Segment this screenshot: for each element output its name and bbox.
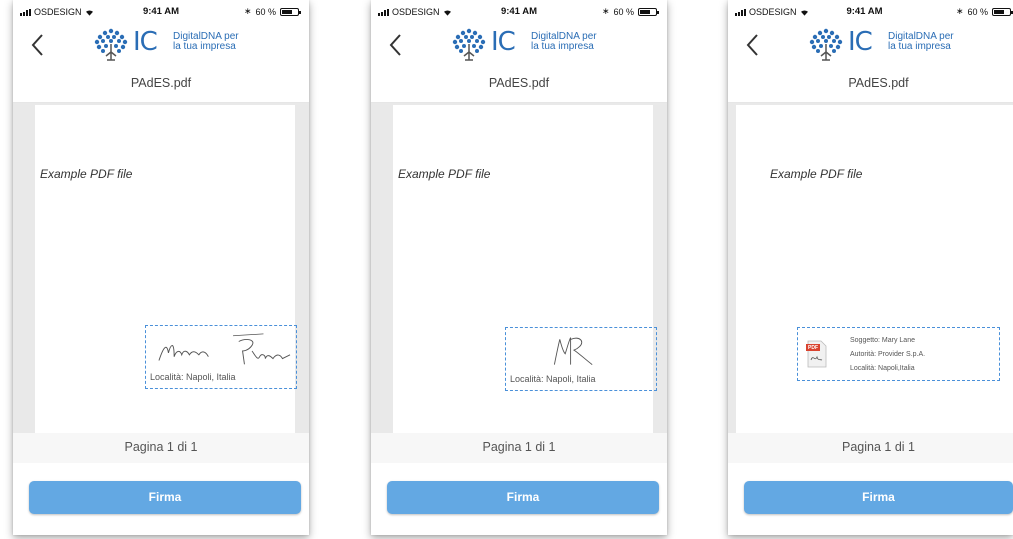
signature-field[interactable]: Località: Napoli, Italia xyxy=(145,325,297,389)
signature-field[interactable]: Località: Napoli, Italia xyxy=(505,327,657,391)
battery-icon xyxy=(638,7,659,16)
battery-label: 60 % xyxy=(967,6,988,17)
app-header: IC DigitalDNA per la tua impresa xyxy=(728,24,1013,66)
bluetooth-icon: ∗ xyxy=(601,6,610,16)
brand-tagline-line2: la tua impresa xyxy=(888,41,951,52)
status-bar: OSDESIGN 9:41 AM ∗ 60 % xyxy=(728,0,1013,24)
pdf-viewer[interactable]: Example PDF file PDF Soggetto: Mary Lane… xyxy=(728,103,1013,433)
pdf-viewer[interactable]: Example PDF file Località: Napoli, Itali… xyxy=(371,103,667,433)
brand-tagline-line2: la tua impresa xyxy=(173,41,236,52)
pdf-viewer[interactable]: Example PDF file Località: Napoli, Itali… xyxy=(13,103,309,433)
brand-tree-logo-icon xyxy=(94,28,128,61)
app-header: IC DigitalDNA per la tua impresa xyxy=(13,24,309,66)
pdf-page: Example PDF file Località: Napoli, Itali… xyxy=(393,105,657,433)
brand-tree-logo-icon xyxy=(809,28,843,61)
handwritten-initials-icon xyxy=(553,337,593,365)
brand-tagline: DigitalDNA per la tua impresa xyxy=(531,32,597,52)
file-name: PAdES.pdf xyxy=(130,76,192,90)
page-indicator: Pagina 1 di 1 xyxy=(371,433,667,463)
brand-tree-logo-icon xyxy=(452,28,486,61)
brand-tagline-line2: la tua impresa xyxy=(531,41,594,52)
pdf-page: Example PDF file PDF Soggetto: Mary Lane… xyxy=(736,105,1013,433)
signature-location: Località: Napoli, Italia xyxy=(510,374,596,384)
sign-button[interactable]: Firma xyxy=(744,481,1013,514)
battery-icon xyxy=(280,7,301,16)
brand-mark: IC xyxy=(848,27,873,57)
sign-button[interactable]: Firma xyxy=(387,481,659,514)
brand-mark: IC xyxy=(491,27,516,57)
certificate-location: Località: Napoli,Italia xyxy=(850,365,915,372)
bluetooth-icon: ∗ xyxy=(243,6,252,16)
brand-mark: IC xyxy=(133,27,158,57)
brand-tagline: DigitalDNA per la tua impresa xyxy=(173,32,239,52)
phone-screen-1: OSDESIGN 9:41 AM ∗ 60 % IC DigitalDNA pe… xyxy=(13,0,309,535)
battery-label: 60 % xyxy=(255,6,276,17)
back-chevron-icon[interactable] xyxy=(27,32,49,58)
battery-icon xyxy=(992,7,1013,16)
file-name: PAdES.pdf xyxy=(848,76,909,90)
back-chevron-icon[interactable] xyxy=(385,32,407,58)
back-chevron-icon[interactable] xyxy=(742,32,764,58)
document-title: Example PDF file xyxy=(398,167,491,181)
brand-tagline: DigitalDNA per la tua impresa xyxy=(888,32,954,52)
certificate-details: Soggetto: Mary Lane Autorità: Provider S… xyxy=(850,334,925,376)
document-title: Example PDF file xyxy=(770,167,863,181)
page-indicator: Pagina 1 di 1 xyxy=(728,433,1013,463)
status-bar: OSDESIGN 9:41 AM ∗ 60 % xyxy=(371,0,667,24)
pdf-badge-label: PDF xyxy=(808,345,818,351)
status-right: ∗ 60 % xyxy=(243,6,301,17)
page-indicator: Pagina 1 di 1 xyxy=(13,433,309,463)
battery-label: 60 % xyxy=(613,6,634,17)
signature-location: Località: Napoli, Italia xyxy=(150,372,236,382)
app-header: IC DigitalDNA per la tua impresa xyxy=(371,24,667,66)
sign-button[interactable]: Firma xyxy=(29,481,301,514)
status-bar: OSDESIGN 9:41 AM ∗ 60 % xyxy=(13,0,309,24)
pdf-page: Example PDF file Località: Napoli, Itali… xyxy=(35,105,297,433)
certificate-authority: Autorità: Provider S.p.A. xyxy=(850,351,926,358)
file-name: PAdES.pdf xyxy=(488,76,550,90)
bluetooth-icon: ∗ xyxy=(955,6,964,16)
signature-field[interactable]: PDF Soggetto: Mary Lane Autorità: Provid… xyxy=(797,327,1000,381)
document-title: Example PDF file xyxy=(40,167,133,181)
phone-screen-2: OSDESIGN 9:41 AM ∗ 60 % IC DigitalDNA pe… xyxy=(371,0,667,535)
status-right: ∗ 60 % xyxy=(601,6,659,17)
phone-screen-3: OSDESIGN 9:41 AM ∗ 60 % IC DigitalDNA pe… xyxy=(728,0,1013,535)
certificate-subject: Soggetto: Mary Lane xyxy=(850,337,915,344)
handwritten-signature-icon xyxy=(158,333,291,365)
status-right: ∗ 60 % xyxy=(955,6,1013,17)
